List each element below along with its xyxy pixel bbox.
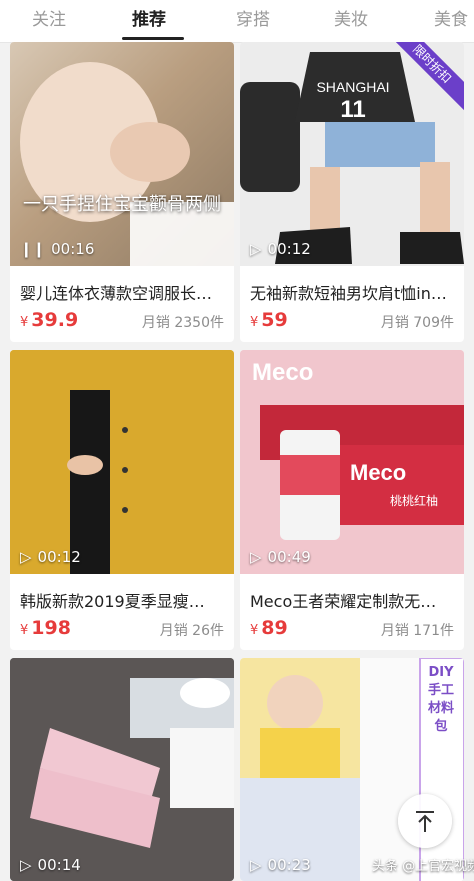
product-card[interactable]: ▷ 00:14 [10,658,234,881]
diy-kit-label: DIY 手工材料包 [427,665,454,734]
watermark: 头条 @上官宏视频 [372,859,474,874]
product-price: ¥59 [250,309,288,331]
svg-text:Meco: Meco [350,460,406,485]
product-title[interactable]: 婴儿连体衣薄款空调服长… [20,280,228,304]
play-icon: ▷ [250,548,262,566]
product-card[interactable]: SHANGHAI 11 限时折扣 ▷ 00:12 无袖新款短袖男坎肩t恤in… … [240,42,464,342]
product-card[interactable]: ▷ 00:12 韩版新款2019夏季显瘦… ¥198 月销 26件 [10,350,234,650]
tab-makeup[interactable]: 美妆 [334,0,368,42]
tab-follow[interactable]: 关注 [32,0,66,42]
video-duration: ▷ 00:23 [250,856,311,874]
active-tab-indicator [122,37,184,40]
video-duration: ▷ 00:12 [250,240,311,258]
arrow-up-icon [416,811,434,832]
monthly-sales: 月销 26件 [159,623,224,639]
pause-icon: ❙❙ [20,240,46,258]
video-caption: 一只手捏住宝宝颧骨两侧 [23,194,221,215]
play-icon: ▷ [250,240,262,258]
video-duration: ▷ 00:12 [20,548,81,566]
product-video[interactable]: SHANGHAI 11 限时折扣 ▷ 00:12 [240,42,464,266]
svg-text:桃桃红柚: 桃桃红柚 [390,493,438,508]
tab-food[interactable]: 美食 [434,0,468,42]
scroll-to-top-button[interactable] [398,794,452,848]
play-icon: ▷ [20,856,32,874]
product-video[interactable]: 一只手捏住宝宝颧骨两侧 ❙❙ 00:16 [10,42,234,266]
monthly-sales: 月销 709件 [380,315,454,331]
product-card[interactable]: DIY 手工材料包 ▷ 00:23 [240,658,464,881]
baby-image [20,62,234,266]
product-video[interactable]: ▷ 00:12 [10,350,234,574]
product-title[interactable]: 无袖新款短袖男坎肩t恤in… [250,280,458,304]
product-title[interactable]: 韩版新款2019夏季显瘦… [20,588,228,612]
tab-outfit[interactable]: 穿搭 [236,0,270,42]
tab-recommend[interactable]: 推荐 [132,0,166,42]
video-duration: ▷ 00:14 [20,856,81,874]
product-card[interactable]: Meco Meco 桃桃红柚 ▷ 00:49 Meco王者荣耀定制款无… ¥89… [240,350,464,650]
product-card[interactable]: 一只手捏住宝宝颧骨两侧 ❙❙ 00:16 婴儿连体衣薄款空调服长… ¥39.9 … [10,42,234,342]
product-video[interactable]: Meco Meco 桃桃红柚 ▷ 00:49 [240,350,464,574]
monthly-sales: 月销 171件 [380,623,454,639]
product-video[interactable]: ▷ 00:14 [10,658,234,881]
video-duration: ▷ 00:49 [250,548,311,566]
monthly-sales: 月销 2350件 [141,315,224,331]
product-title[interactable]: Meco王者荣耀定制款无… [250,588,458,612]
svg-text:SHANGHAI: SHANGHAI [316,79,389,95]
product-price: ¥39.9 [20,309,79,331]
yellow-jacket-image [10,350,234,574]
pink-pants-image [10,658,234,881]
category-tabs: 关注 推荐 穿搭 美妆 美食 [0,0,474,43]
svg-text:11: 11 [340,96,365,123]
video-duration: ❙❙ 00:16 [20,240,95,258]
product-price: ¥198 [20,617,71,639]
play-icon: ▷ [20,548,32,566]
play-icon: ▷ [250,856,262,874]
product-price: ¥89 [250,617,288,639]
product-video[interactable]: DIY 手工材料包 ▷ 00:23 [240,658,464,881]
svg-text:Meco: Meco [252,359,313,386]
meco-drink-image: Meco Meco 桃桃红柚 [240,350,464,574]
